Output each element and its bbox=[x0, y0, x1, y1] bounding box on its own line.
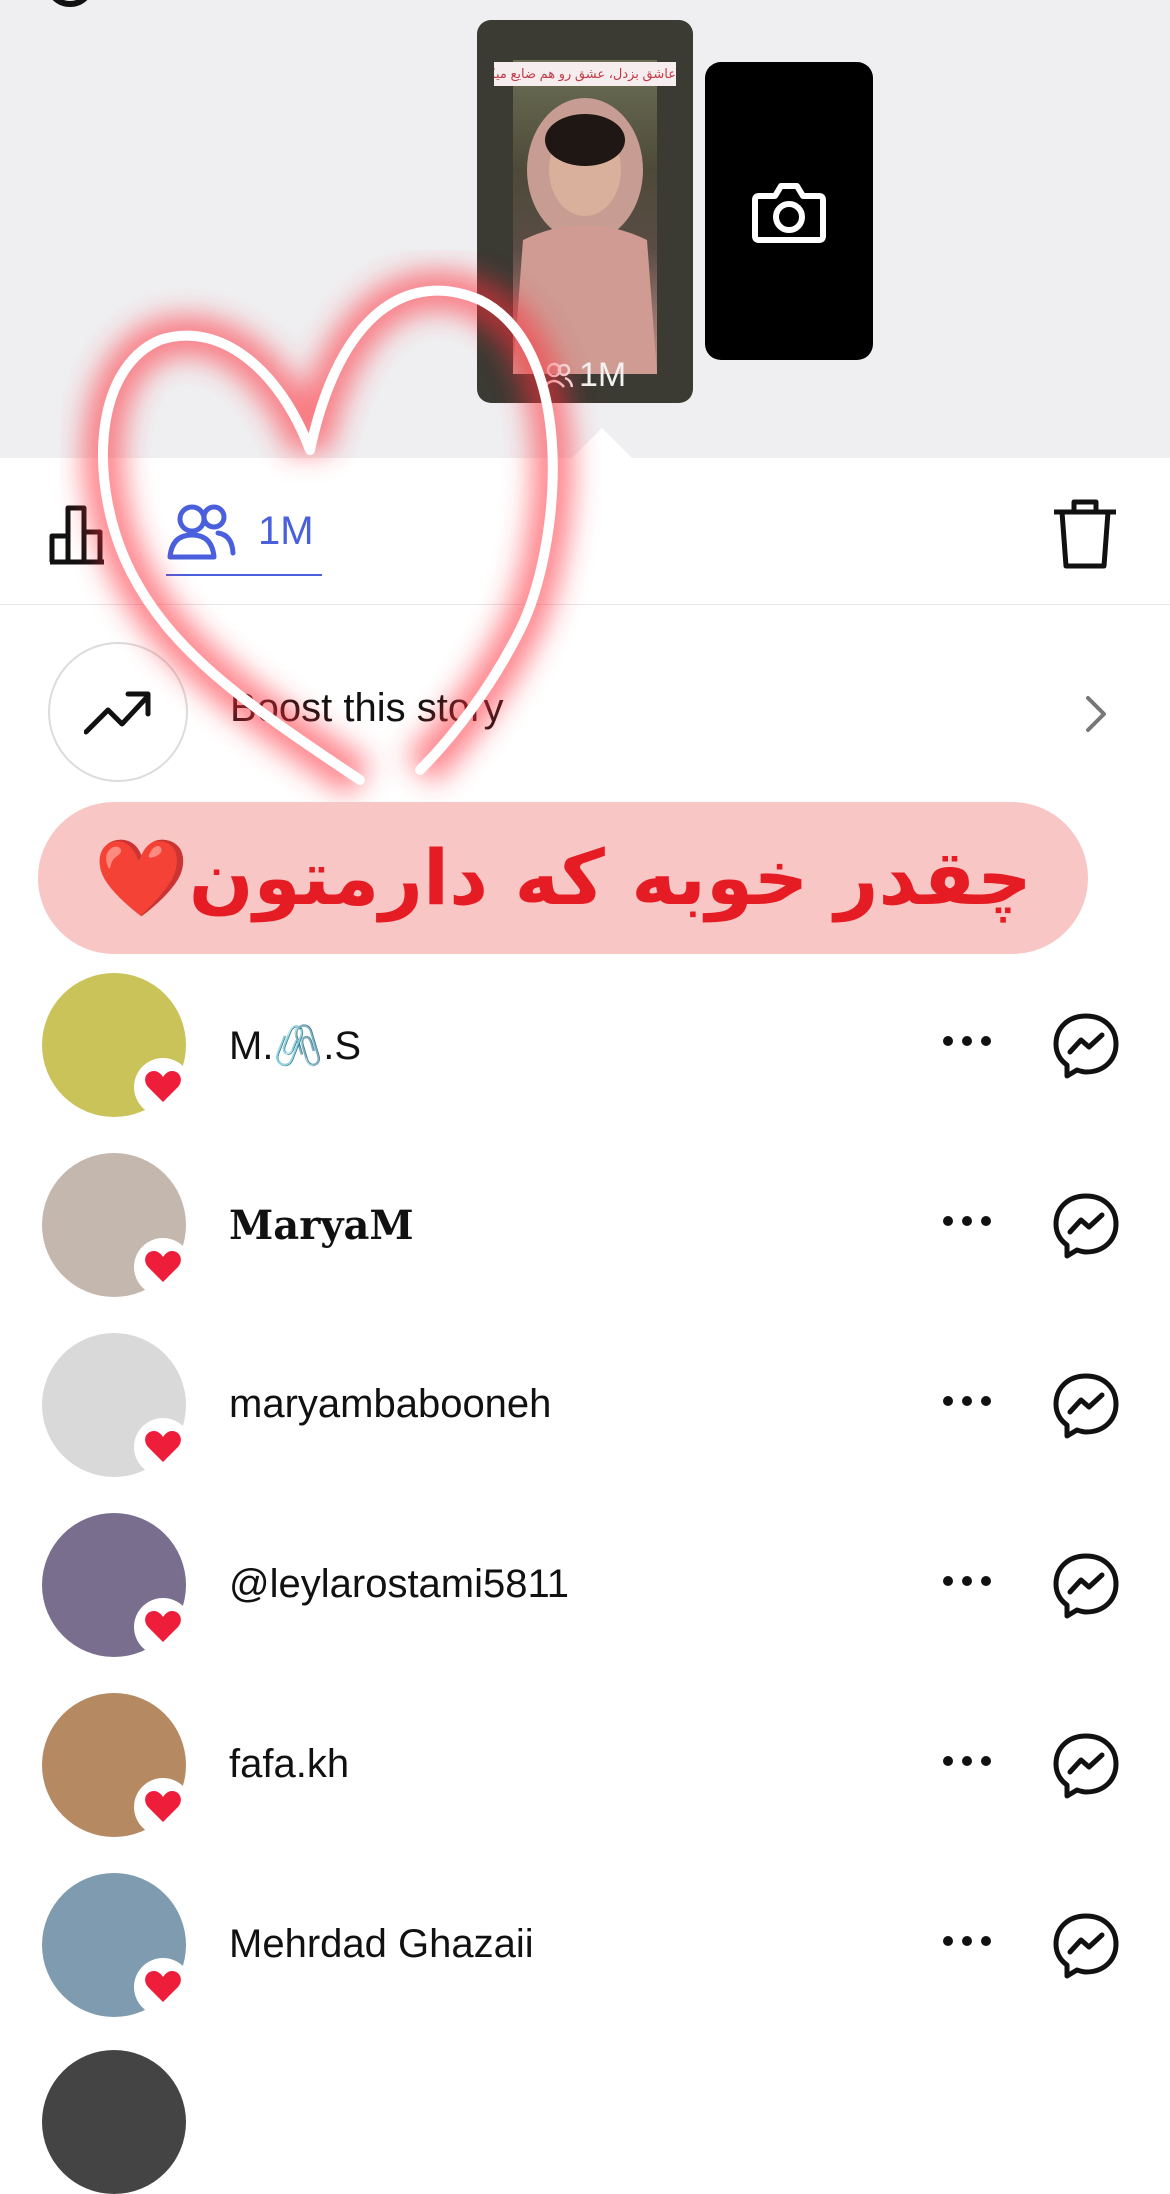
boost-icon-circle bbox=[48, 642, 188, 782]
messenger-icon[interactable] bbox=[1052, 1912, 1120, 1980]
story-thumbnail[interactable]: عاشق بزدل، عشق رو هم ضایع میکنه 1M bbox=[477, 20, 693, 403]
story-photo bbox=[513, 60, 657, 374]
messenger-icon[interactable] bbox=[1052, 1372, 1120, 1440]
viewer-username[interactable]: M.🖇️.S bbox=[229, 1022, 361, 1069]
insights-bar-chart-icon[interactable] bbox=[48, 500, 114, 566]
viewer-username[interactable]: MaryaM bbox=[229, 1202, 414, 1249]
more-options-icon[interactable] bbox=[941, 1934, 993, 1948]
heart-icon bbox=[145, 1971, 181, 2002]
boost-label: Boost this story bbox=[230, 686, 504, 730]
messenger-icon[interactable] bbox=[1052, 1012, 1120, 1080]
more-options-icon[interactable] bbox=[941, 1394, 993, 1408]
list-item[interactable]: maryambabooneh bbox=[0, 1322, 1170, 1502]
boost-story-row[interactable]: Boost this story bbox=[0, 620, 1170, 810]
viewer-username[interactable]: fafa.kh bbox=[229, 1742, 349, 1787]
trending-up-icon bbox=[84, 691, 151, 735]
viewers-icon bbox=[543, 362, 573, 388]
story-insights-toolbar: 1M bbox=[0, 458, 1170, 605]
list-item[interactable]: fafa.kh bbox=[0, 1682, 1170, 1862]
like-badge bbox=[134, 1598, 192, 1656]
like-badge bbox=[134, 1958, 192, 2016]
story-views-count: 1M bbox=[579, 356, 627, 394]
more-options-icon[interactable] bbox=[941, 1214, 993, 1228]
like-badge bbox=[134, 1778, 192, 1836]
heart-icon bbox=[145, 1791, 181, 1822]
more-options-icon[interactable] bbox=[941, 1754, 993, 1768]
viewer-username[interactable]: Mehrdad Ghazaii bbox=[229, 1922, 534, 1967]
like-badge bbox=[134, 1418, 192, 1476]
viewer-username[interactable]: @leylarostami5811 bbox=[229, 1562, 569, 1607]
messenger-icon[interactable] bbox=[1052, 1732, 1120, 1800]
list-item[interactable]: M.🖇️.S bbox=[0, 962, 1170, 1142]
add-story-camera-tile[interactable] bbox=[705, 62, 873, 360]
heart-icon bbox=[145, 1071, 181, 1102]
avatar[interactable] bbox=[42, 2050, 186, 2194]
delete-trash-icon[interactable] bbox=[1052, 498, 1118, 570]
like-badge bbox=[134, 1238, 192, 1296]
story-views: 1M bbox=[543, 355, 626, 395]
close-icon[interactable] bbox=[1068, 0, 1128, 18]
settings-gear-icon[interactable] bbox=[40, 0, 100, 15]
viewers-count: 1M bbox=[258, 508, 314, 553]
story-preview-area: عاشق بزدل، عشق رو هم ضایع میکنه 1M bbox=[0, 0, 1170, 458]
banner-text: چقدر خوبه که دارمتون❤️ bbox=[94, 833, 1032, 922]
list-item[interactable]: MaryaM bbox=[0, 1142, 1170, 1322]
messenger-icon[interactable] bbox=[1052, 1552, 1120, 1620]
list-item[interactable]: @leylarostami5811 bbox=[0, 1502, 1170, 1682]
selected-story-caret bbox=[572, 428, 632, 458]
heart-icon bbox=[145, 1431, 181, 1462]
story-caption: عاشق بزدل، عشق رو هم ضایع میکنه bbox=[494, 62, 676, 86]
viewers-icon bbox=[167, 504, 236, 560]
camera-icon bbox=[752, 183, 826, 243]
more-options-icon[interactable] bbox=[941, 1034, 993, 1048]
messenger-icon[interactable] bbox=[1052, 1192, 1120, 1260]
chevron-right-icon bbox=[1086, 696, 1106, 732]
tab-viewers[interactable]: 1M bbox=[166, 488, 322, 576]
heart-icon bbox=[145, 1251, 181, 1282]
text-sticker-banner: چقدر خوبه که دارمتون❤️ bbox=[38, 802, 1088, 954]
viewer-username[interactable]: maryambabooneh bbox=[229, 1382, 551, 1427]
heart-icon bbox=[145, 1611, 181, 1642]
like-badge bbox=[134, 1058, 192, 1116]
more-options-icon[interactable] bbox=[941, 1574, 993, 1588]
list-item[interactable]: Mehrdad Ghazaii bbox=[0, 1862, 1170, 2042]
